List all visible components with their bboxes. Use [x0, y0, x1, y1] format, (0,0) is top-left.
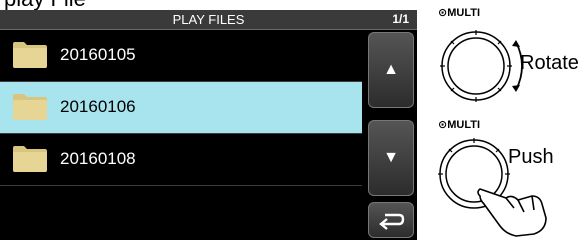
multi-indicator-icon: ⊙	[438, 119, 448, 131]
screen-title: PLAY FILES	[172, 12, 245, 27]
empty-row	[0, 186, 362, 238]
down-arrow-icon: ▼	[383, 149, 399, 166]
page-indicator: 1/1	[392, 12, 409, 26]
return-icon	[379, 213, 405, 230]
push-instruction: Push	[508, 146, 554, 168]
multi-knob-guide: ⊙MULTI Rotate ⊙MULTI Push	[432, 0, 585, 240]
multi-knob-rotate[interactable]	[436, 24, 526, 108]
file-row-20160106[interactable]: 20160106	[0, 82, 362, 134]
rotate-instruction: Rotate	[520, 52, 579, 74]
multi-label-push: ⊙MULTI	[438, 119, 481, 131]
file-name: 20160106	[60, 97, 136, 116]
back-button[interactable]	[368, 202, 414, 238]
folder-icon	[13, 94, 47, 120]
file-row-20160105[interactable]: 20160105	[0, 30, 362, 82]
folder-icon	[13, 146, 47, 172]
scroll-down-button[interactable]: ▼	[368, 120, 414, 196]
multi-indicator-icon: ⊙	[438, 7, 448, 19]
file-list: 20160105 20160106 20160108	[0, 30, 362, 240]
up-arrow-icon: ▲	[383, 61, 399, 78]
push-hand-icon	[477, 188, 547, 237]
scroll-sidebar: ▲ ▼	[365, 30, 417, 240]
play-files-screen: PLAY FILES 1/1 20160105 20160106 2016010…	[0, 10, 417, 240]
multi-label-rotate: ⊙MULTI	[438, 7, 481, 19]
file-name: 20160108	[60, 149, 136, 168]
folder-icon	[13, 42, 47, 68]
title-bar: PLAY FILES 1/1	[0, 10, 417, 30]
file-row-20160108[interactable]: 20160108	[0, 134, 362, 186]
file-name: 20160105	[60, 45, 136, 64]
scroll-up-button[interactable]: ▲	[368, 32, 414, 108]
